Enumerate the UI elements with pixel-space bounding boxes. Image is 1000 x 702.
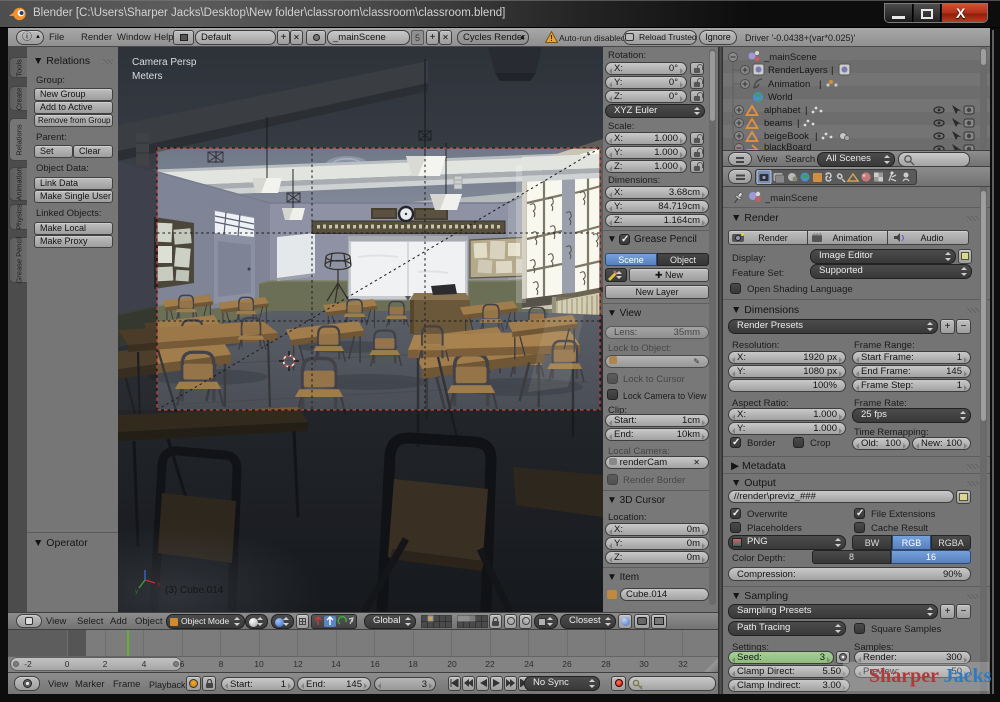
svg-text:22: 22 [485,659,495,669]
svg-text:20: 20 [447,659,457,669]
svg-text:RenderLayers: RenderLayers [768,65,828,76]
svg-text:28: 28 [601,659,611,669]
svg-text:6: 6 [180,659,185,669]
svg-text:8: 8 [219,659,224,669]
svg-text:18: 18 [408,659,418,669]
svg-text:_mainScene: _mainScene [763,52,817,63]
svg-text:World: World [768,92,793,103]
svg-text:|: | [831,65,833,76]
svg-text:4: 4 [142,659,147,669]
svg-text:|: | [805,105,807,116]
svg-text:beigeBook: beigeBook [764,131,809,142]
svg-text:26: 26 [562,659,572,669]
svg-text:10: 10 [254,659,264,669]
svg-text:2: 2 [103,659,108,669]
svg-text:30: 30 [639,659,649,669]
svg-text:!: ! [550,34,553,43]
svg-text:16: 16 [370,659,380,669]
svg-text:Animation: Animation [768,79,810,90]
svg-text:alphabet: alphabet [764,105,801,116]
svg-text:-2: -2 [24,659,32,669]
svg-text:|: | [797,118,799,129]
svg-text:14: 14 [331,659,341,669]
svg-text:blackBoard: blackBoard [764,142,812,150]
svg-text:32: 32 [678,659,688,669]
svg-text:12: 12 [293,659,303,669]
svg-text:24: 24 [524,659,534,669]
svg-text:beams: beams [764,118,793,129]
svg-text:|: | [819,79,821,90]
svg-text:0: 0 [65,659,70,669]
svg-text:|: | [815,131,817,142]
